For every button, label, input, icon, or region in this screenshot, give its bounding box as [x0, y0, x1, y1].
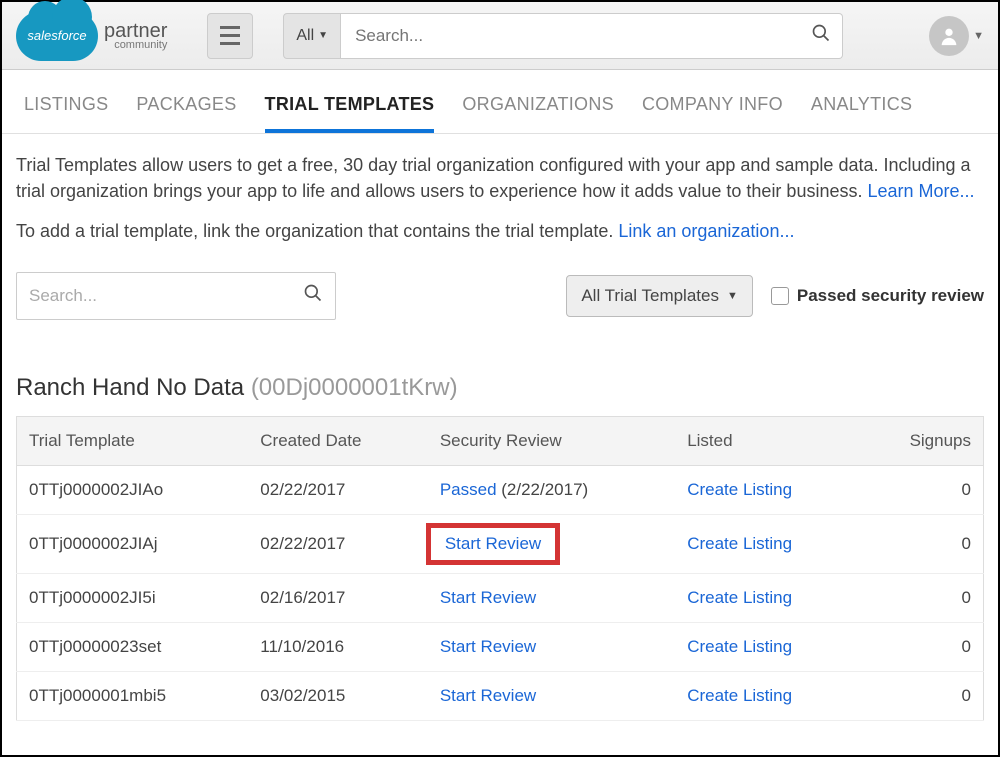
search-scope-label: All — [296, 27, 314, 45]
passed-security-review-filter[interactable]: Passed security review — [771, 286, 984, 306]
search-icon — [811, 23, 831, 49]
create-listing-link[interactable]: Create Listing — [687, 637, 792, 656]
org-name: Ranch Hand No Data — [16, 374, 244, 401]
main-content: Trial Templates allow users to get a fre… — [2, 152, 998, 721]
security-review-link[interactable]: Start Review — [440, 637, 536, 656]
col-listed[interactable]: Listed — [675, 417, 860, 466]
learn-more-link[interactable]: Learn More... — [867, 181, 974, 201]
cell-created-date: 02/22/2017 — [248, 515, 428, 574]
col-trial-template[interactable]: Trial Template — [17, 417, 249, 466]
cell-signups: 0 — [860, 466, 983, 515]
filter-row: Search... All Trial Templates ▼ Passed s… — [16, 272, 984, 320]
table-row: 0TTj0000002JIAj02/22/2017 Start Review Cre… — [17, 515, 984, 574]
global-search: All ▼ — [283, 13, 843, 59]
security-review-link[interactable]: Start Review — [440, 588, 536, 607]
cell-trial-template: 0TTj0000002JI5i — [17, 574, 249, 623]
cell-security-review: Start Review — [428, 574, 675, 623]
cell-created-date: 11/10/2016 — [248, 623, 428, 672]
table-header-row: Trial Template Created Date Security Rev… — [17, 417, 984, 466]
global-search-input[interactable] — [341, 13, 843, 59]
trial-templates-table: Trial Template Created Date Security Rev… — [16, 416, 984, 721]
cell-listed: Create Listing — [675, 574, 860, 623]
salesforce-cloud-logo: salesforce — [16, 11, 98, 61]
cell-signups: 0 — [860, 623, 983, 672]
col-created-date[interactable]: Created Date — [248, 417, 428, 466]
table-row: 0TTj0000002JI5i02/16/2017 Start Review Cre… — [17, 574, 984, 623]
intro-text: Trial Templates allow users to get a fre… — [16, 152, 984, 244]
col-signups[interactable]: Signups — [860, 417, 983, 466]
cell-security-review: Start Review — [428, 672, 675, 721]
security-review-link[interactable]: Start Review — [445, 534, 541, 553]
cell-created-date: 02/22/2017 — [248, 466, 428, 515]
top-bar: salesforce partner community All ▼ ▼ — [2, 2, 998, 70]
template-search-input[interactable]: Search... — [16, 272, 336, 320]
checkbox-icon — [771, 287, 789, 305]
create-listing-link[interactable]: Create Listing — [687, 588, 792, 607]
security-review-link[interactable]: Passed — [440, 480, 497, 499]
org-id: (00Dj0000001tKrw) — [251, 374, 458, 401]
cell-signups: 0 — [860, 672, 983, 721]
brand-subtext: community — [104, 39, 167, 51]
cell-trial-template: 0TTj0000002JIAo — [17, 466, 249, 515]
cell-listed: Create Listing — [675, 623, 860, 672]
security-review-extra: (2/22/2017) — [497, 480, 589, 499]
user-menu[interactable]: ▼ — [929, 16, 984, 56]
intro-p2: To add a trial template, link the organi… — [16, 221, 618, 241]
cell-created-date: 02/16/2017 — [248, 574, 428, 623]
tab-trial-templates[interactable]: TRIAL TEMPLATES — [265, 94, 435, 133]
create-listing-link[interactable]: Create Listing — [687, 534, 792, 553]
table-row: 0TTj00000023set11/10/2016 Start Review Cre… — [17, 623, 984, 672]
tab-organizations[interactable]: ORGANIZATIONS — [462, 94, 614, 133]
intro-p1: Trial Templates allow users to get a fre… — [16, 155, 971, 201]
cell-listed: Create Listing — [675, 515, 860, 574]
cell-trial-template: 0TTj0000002JIAj — [17, 515, 249, 574]
main-tabs: LISTINGS PACKAGES TRIAL TEMPLATES ORGANI… — [2, 70, 998, 134]
highlight-box: Start Review — [426, 523, 560, 565]
tab-packages[interactable]: PACKAGES — [136, 94, 236, 133]
cell-trial-template: 0TTj00000023set — [17, 623, 249, 672]
template-search-placeholder: Search... — [29, 286, 97, 306]
cell-listed: Create Listing — [675, 672, 860, 721]
hamburger-icon — [220, 26, 240, 45]
table-row: 0TTj0000001mbi503/02/2015 Start Review Cre… — [17, 672, 984, 721]
create-listing-link[interactable]: Create Listing — [687, 480, 792, 499]
brand-cloud-text: salesforce — [27, 28, 86, 43]
cell-security-review: Start Review — [428, 623, 675, 672]
caret-down-icon: ▼ — [318, 30, 328, 41]
caret-down-icon: ▼ — [727, 290, 738, 302]
link-organization-link[interactable]: Link an organization... — [618, 221, 794, 241]
col-security-review[interactable]: Security Review — [428, 417, 675, 466]
passed-security-review-label: Passed security review — [797, 286, 984, 306]
tab-analytics[interactable]: ANALYTICS — [811, 94, 912, 133]
create-listing-link[interactable]: Create Listing — [687, 686, 792, 705]
cell-security-review: Passed (2/22/2017) — [428, 466, 675, 515]
caret-down-icon: ▼ — [973, 30, 984, 42]
menu-button[interactable] — [207, 13, 253, 59]
cell-signups: 0 — [860, 574, 983, 623]
cell-listed: Create Listing — [675, 466, 860, 515]
org-section-title: Ranch Hand No Data (00Dj0000001tKrw) — [16, 374, 984, 402]
cell-signups: 0 — [860, 515, 983, 574]
table-row: 0TTj0000002JIAo02/22/2017Passed (2/22/20… — [17, 466, 984, 515]
cell-trial-template: 0TTj0000001mbi5 — [17, 672, 249, 721]
tab-company-info[interactable]: COMPANY INFO — [642, 94, 783, 133]
search-scope-dropdown[interactable]: All ▼ — [283, 13, 341, 59]
cell-created-date: 03/02/2015 — [248, 672, 428, 721]
brand: salesforce partner community — [16, 11, 167, 61]
search-icon — [303, 283, 323, 309]
avatar-icon — [929, 16, 969, 56]
tab-listings[interactable]: LISTINGS — [24, 94, 108, 133]
cell-security-review: Start Review — [428, 515, 675, 574]
security-review-link[interactable]: Start Review — [440, 686, 536, 705]
template-filter-label: All Trial Templates — [581, 286, 719, 306]
template-filter-dropdown[interactable]: All Trial Templates ▼ — [566, 275, 753, 317]
brand-text-wrap: partner community — [104, 20, 167, 51]
